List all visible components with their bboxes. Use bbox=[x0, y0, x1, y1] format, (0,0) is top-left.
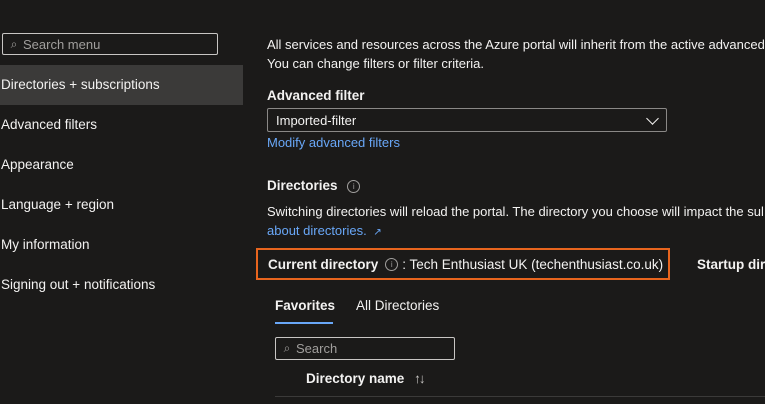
current-directory-value: : Tech Enthusiast UK (techenthusiast.co.… bbox=[402, 256, 664, 272]
modify-advanced-filters-link[interactable]: Modify advanced filters bbox=[267, 135, 400, 150]
advanced-filter-heading: Advanced filter bbox=[267, 88, 365, 103]
search-icon: ⌕ bbox=[10, 36, 18, 51]
current-directory-label: Current directory bbox=[268, 256, 379, 272]
search-icon: ⌕ bbox=[283, 341, 291, 355]
advanced-filter-dropdown[interactable]: Imported-filter bbox=[267, 108, 667, 132]
search-menu-box[interactable]: ⌕ bbox=[2, 33, 218, 55]
directories-heading-text: Directories bbox=[267, 178, 338, 193]
directories-description: Switching directories will reload the po… bbox=[267, 204, 764, 219]
sidebar-item-appearance[interactable]: Appearance bbox=[0, 145, 243, 185]
active-tab-indicator bbox=[275, 322, 333, 324]
sort-icon: ↑↓ bbox=[414, 371, 425, 386]
info-icon[interactable]: i bbox=[347, 180, 361, 193]
info-icon[interactable]: i bbox=[385, 257, 399, 271]
sidebar-item-advanced-filters[interactable]: Advanced filters bbox=[0, 105, 243, 145]
sidebar-item-my-information[interactable]: My information bbox=[0, 225, 243, 265]
directory-search-input[interactable] bbox=[296, 341, 446, 356]
advanced-filter-selected-value: Imported-filter bbox=[276, 112, 357, 128]
settings-sidebar: ⌕ Directories + subscriptions Advanced f… bbox=[0, 0, 243, 404]
intro-text-line1: All services and resources across the Az… bbox=[267, 37, 765, 52]
directories-heading: Directories i bbox=[267, 178, 361, 193]
search-menu-input[interactable] bbox=[23, 36, 213, 52]
tab-favorites[interactable]: Favorites bbox=[275, 298, 335, 313]
settings-menu: Directories + subscriptions Advanced fil… bbox=[0, 65, 243, 305]
about-directories-link[interactable]: about directories. ↗ bbox=[267, 223, 382, 238]
tab-all-directories[interactable]: All Directories bbox=[356, 298, 439, 313]
current-directory-box: Current directory i : Tech Enthusiast UK… bbox=[256, 248, 670, 280]
sidebar-item-language-region[interactable]: Language + region bbox=[0, 185, 243, 225]
chevron-down-icon bbox=[646, 112, 659, 125]
intro-text-line2: You can change filters or filter criteri… bbox=[267, 56, 485, 71]
directory-name-column-header[interactable]: Directory name ↑↓ bbox=[306, 371, 425, 386]
external-link-icon: ↗ bbox=[373, 227, 382, 238]
startup-directory-label: Startup dir bbox=[697, 257, 765, 272]
directory-search-box[interactable]: ⌕ bbox=[275, 337, 455, 360]
main-panel: All services and resources across the Az… bbox=[256, 0, 765, 404]
directory-name-header-text: Directory name bbox=[306, 371, 405, 386]
about-directories-link-text: about directories. bbox=[267, 223, 367, 238]
sidebar-item-directories-subscriptions[interactable]: Directories + subscriptions bbox=[0, 65, 243, 105]
table-divider bbox=[275, 396, 765, 397]
sidebar-item-signing-out-notifications[interactable]: Signing out + notifications bbox=[0, 265, 243, 305]
